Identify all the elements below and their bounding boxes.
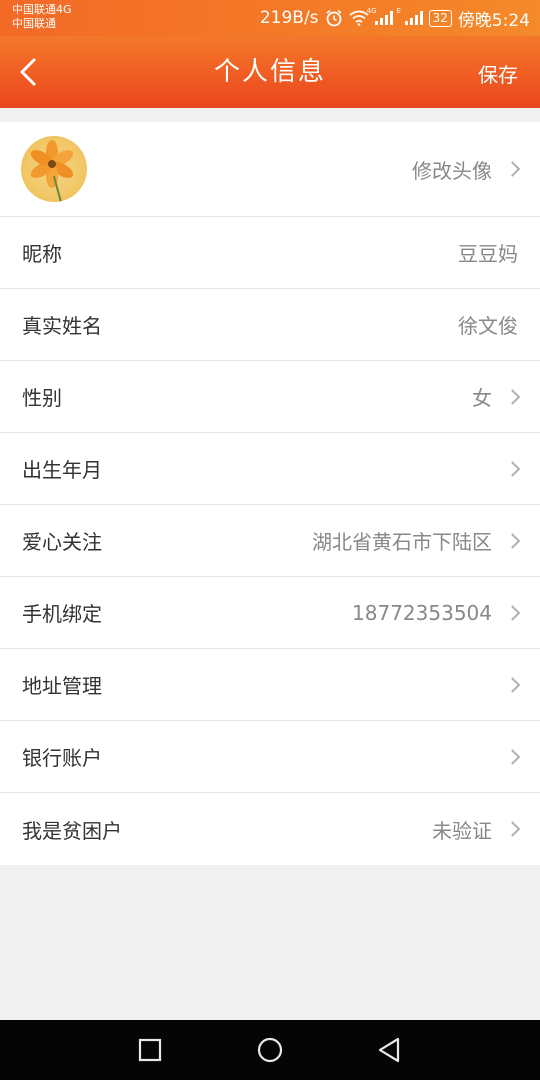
battery-icon: 32 (428, 9, 452, 27)
row-label: 地址管理 (22, 674, 102, 698)
alarm-icon (326, 9, 342, 27)
row-gender[interactable]: 性别 女 (0, 361, 540, 433)
row-value: 未验证 (432, 818, 492, 843)
flower-avatar (21, 136, 87, 202)
home-icon[interactable] (254, 1034, 286, 1066)
wifi-icon (348, 10, 369, 26)
row-label: 银行账户 (22, 746, 102, 770)
page-title: 个人信息 (213, 57, 326, 87)
change-avatar-label: 修改头像 (412, 158, 492, 183)
row-birth-date[interactable]: 出生年月 (0, 433, 540, 505)
carrier-2: 中国联通 (12, 17, 56, 30)
back-icon[interactable] (374, 1034, 406, 1066)
signal-e-icon: E (397, 7, 423, 25)
avatar-row[interactable]: 修改头像 (0, 122, 540, 217)
app-header: 个人信息 保存 (0, 36, 540, 108)
row-label: 爱心关注 (22, 530, 102, 554)
save-button[interactable]: 保存 (478, 60, 518, 90)
chevron-right-icon (504, 821, 521, 837)
row-label: 我是贫困户 (22, 818, 122, 843)
row-bank-account[interactable]: 银行账户 (0, 721, 540, 793)
recent-apps-icon[interactable] (134, 1034, 166, 1066)
system-nav-bar (0, 1020, 540, 1080)
row-nickname[interactable]: 昵称 豆豆妈 (0, 217, 540, 289)
row-label: 真实姓名 (22, 314, 102, 338)
network-speed: 219B/s (259, 8, 319, 28)
row-poverty-status[interactable]: 我是贫困户 未验证 (0, 793, 540, 865)
chevron-right-icon (504, 460, 521, 477)
signal-4g-icon: 4G (367, 7, 393, 25)
row-care-focus[interactable]: 爱心关注 湖北省黄石市下陆区 (0, 505, 540, 577)
chevron-right-icon (504, 388, 521, 405)
row-value: 豆豆妈 (458, 242, 518, 266)
row-real-name[interactable]: 真实姓名 徐文俊 (0, 289, 540, 361)
carrier-info: 中国联通4G 中国联通 (12, 3, 72, 31)
profile-list: 修改头像 昵称 豆豆妈 真实姓名 徐文俊 性别 女 出生年月 爱心关注 湖北省黄… (0, 122, 540, 865)
row-label: 性别 (22, 386, 62, 410)
row-phone-binding[interactable]: 手机绑定 18772353504 (0, 577, 540, 649)
row-value: 徐文俊 (458, 314, 518, 338)
row-label: 昵称 (22, 242, 62, 266)
clock: 傍晚5:24 (457, 10, 530, 31)
row-value: 湖北省黄石市下陆区 (312, 530, 492, 554)
row-label: 出生年月 (22, 458, 102, 482)
carrier-1: 中国联通4G (12, 3, 72, 16)
chevron-right-icon (504, 676, 521, 693)
status-icons: 219B/s 4G E 32 傍晚5:24 (259, 7, 530, 31)
row-label: 手机绑定 (22, 602, 102, 626)
row-address-management[interactable]: 地址管理 (0, 649, 540, 721)
row-value: 女 (472, 386, 492, 410)
chevron-right-icon (504, 161, 521, 177)
chevron-right-icon (504, 604, 521, 621)
status-bar: 中国联通4G 中国联通 219B/s 4G E 32 傍晚5:24 (0, 0, 540, 36)
row-value: 18772353504 (352, 600, 492, 625)
chevron-right-icon (504, 532, 521, 549)
chevron-right-icon (504, 748, 521, 765)
